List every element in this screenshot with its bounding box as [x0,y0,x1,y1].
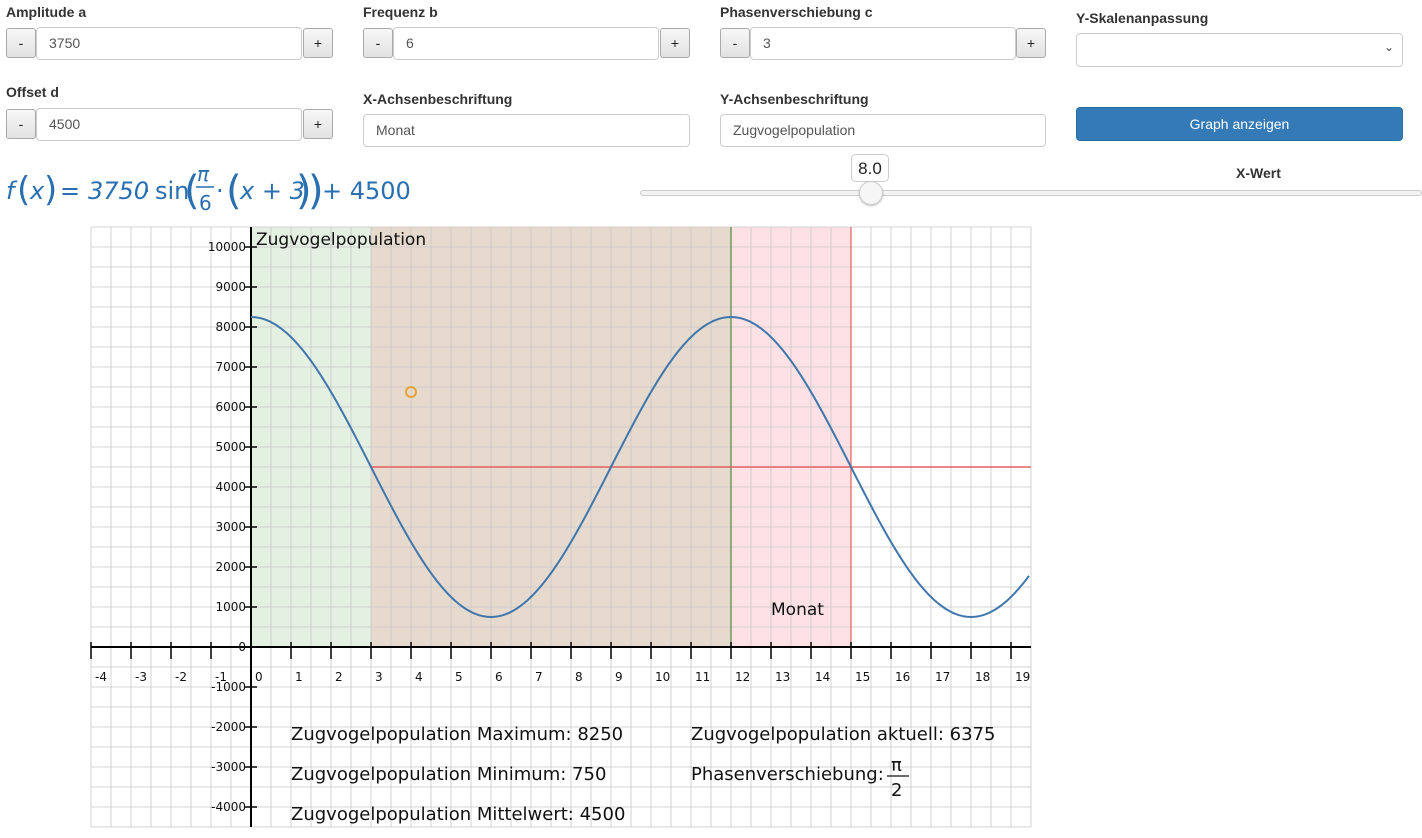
x-tick-label: 1 [295,670,303,684]
y-tick-label: 10000 [208,240,246,254]
x-tick-label: 6 [495,670,503,684]
y-tick-label: 0 [238,640,246,654]
x-tick-label: 18 [975,670,990,684]
x-tick-label: 13 [775,670,790,684]
y-tick-label: -1000 [211,680,246,694]
y-tick-label: -2000 [211,720,246,734]
x-tick-label: 7 [535,670,543,684]
y-tick-label: 1000 [215,600,246,614]
stat-phase-label: Phasenverschiebung: [691,764,884,785]
x-tick-label: -2 [175,670,187,684]
x-tick-label: 16 [895,670,910,684]
chart-y-axis-label: Zugvogelpopulation [256,230,426,250]
stat-mean: Zugvogelpopulation Mittelwert: 4500 [291,804,625,825]
y-tick-label: 6000 [215,400,246,414]
stat-maximum: Zugvogelpopulation Maximum: 8250 [291,724,623,745]
y-tick-label: 8000 [215,320,246,334]
stat-minimum: Zugvogelpopulation Minimum: 750 [291,764,606,785]
x-tick-label: 11 [695,670,710,684]
x-tick-label: 8 [575,670,583,684]
stat-current: Zugvogelpopulation aktuell: 6375 [691,724,995,745]
function-chart: -4 -3 -2 -1 0 1 2 3 4 5 6 7 8 9 10 11 12 13 14 15 16 17 18 19-4… [90,226,1032,828]
x-tick-label: 19 [1015,670,1030,684]
y-tick-label: 9000 [215,280,246,294]
y-tick-label: 2000 [215,560,246,574]
x-tick-label: 15 [855,670,870,684]
y-tick-label: 5000 [215,440,246,454]
x-tick-label: 5 [455,670,463,684]
y-tick-label: 7000 [215,360,246,374]
x-tick-label: 9 [615,670,623,684]
x-tick-label: 3 [375,670,383,684]
x-tick-label: -3 [135,670,147,684]
stat-phase-denominator: 2 [891,780,902,801]
x-tick-label: -4 [95,670,107,684]
x-tick-label: 4 [415,670,423,684]
x-tick-label: 2 [335,670,343,684]
y-tick-label: 4000 [215,480,246,494]
y-tick-label: -4000 [211,800,246,814]
x-tick-label: 10 [655,670,670,684]
x-tick-label: 0 [255,670,263,684]
x-tick-label: 17 [935,670,950,684]
x-tick-label: 14 [815,670,830,684]
y-tick-label: 3000 [215,520,246,534]
stat-phase-numerator: π [891,755,902,776]
x-tick-label: 12 [735,670,750,684]
y-tick-label: -3000 [211,760,246,774]
chart-x-axis-label: Monat [771,600,824,620]
